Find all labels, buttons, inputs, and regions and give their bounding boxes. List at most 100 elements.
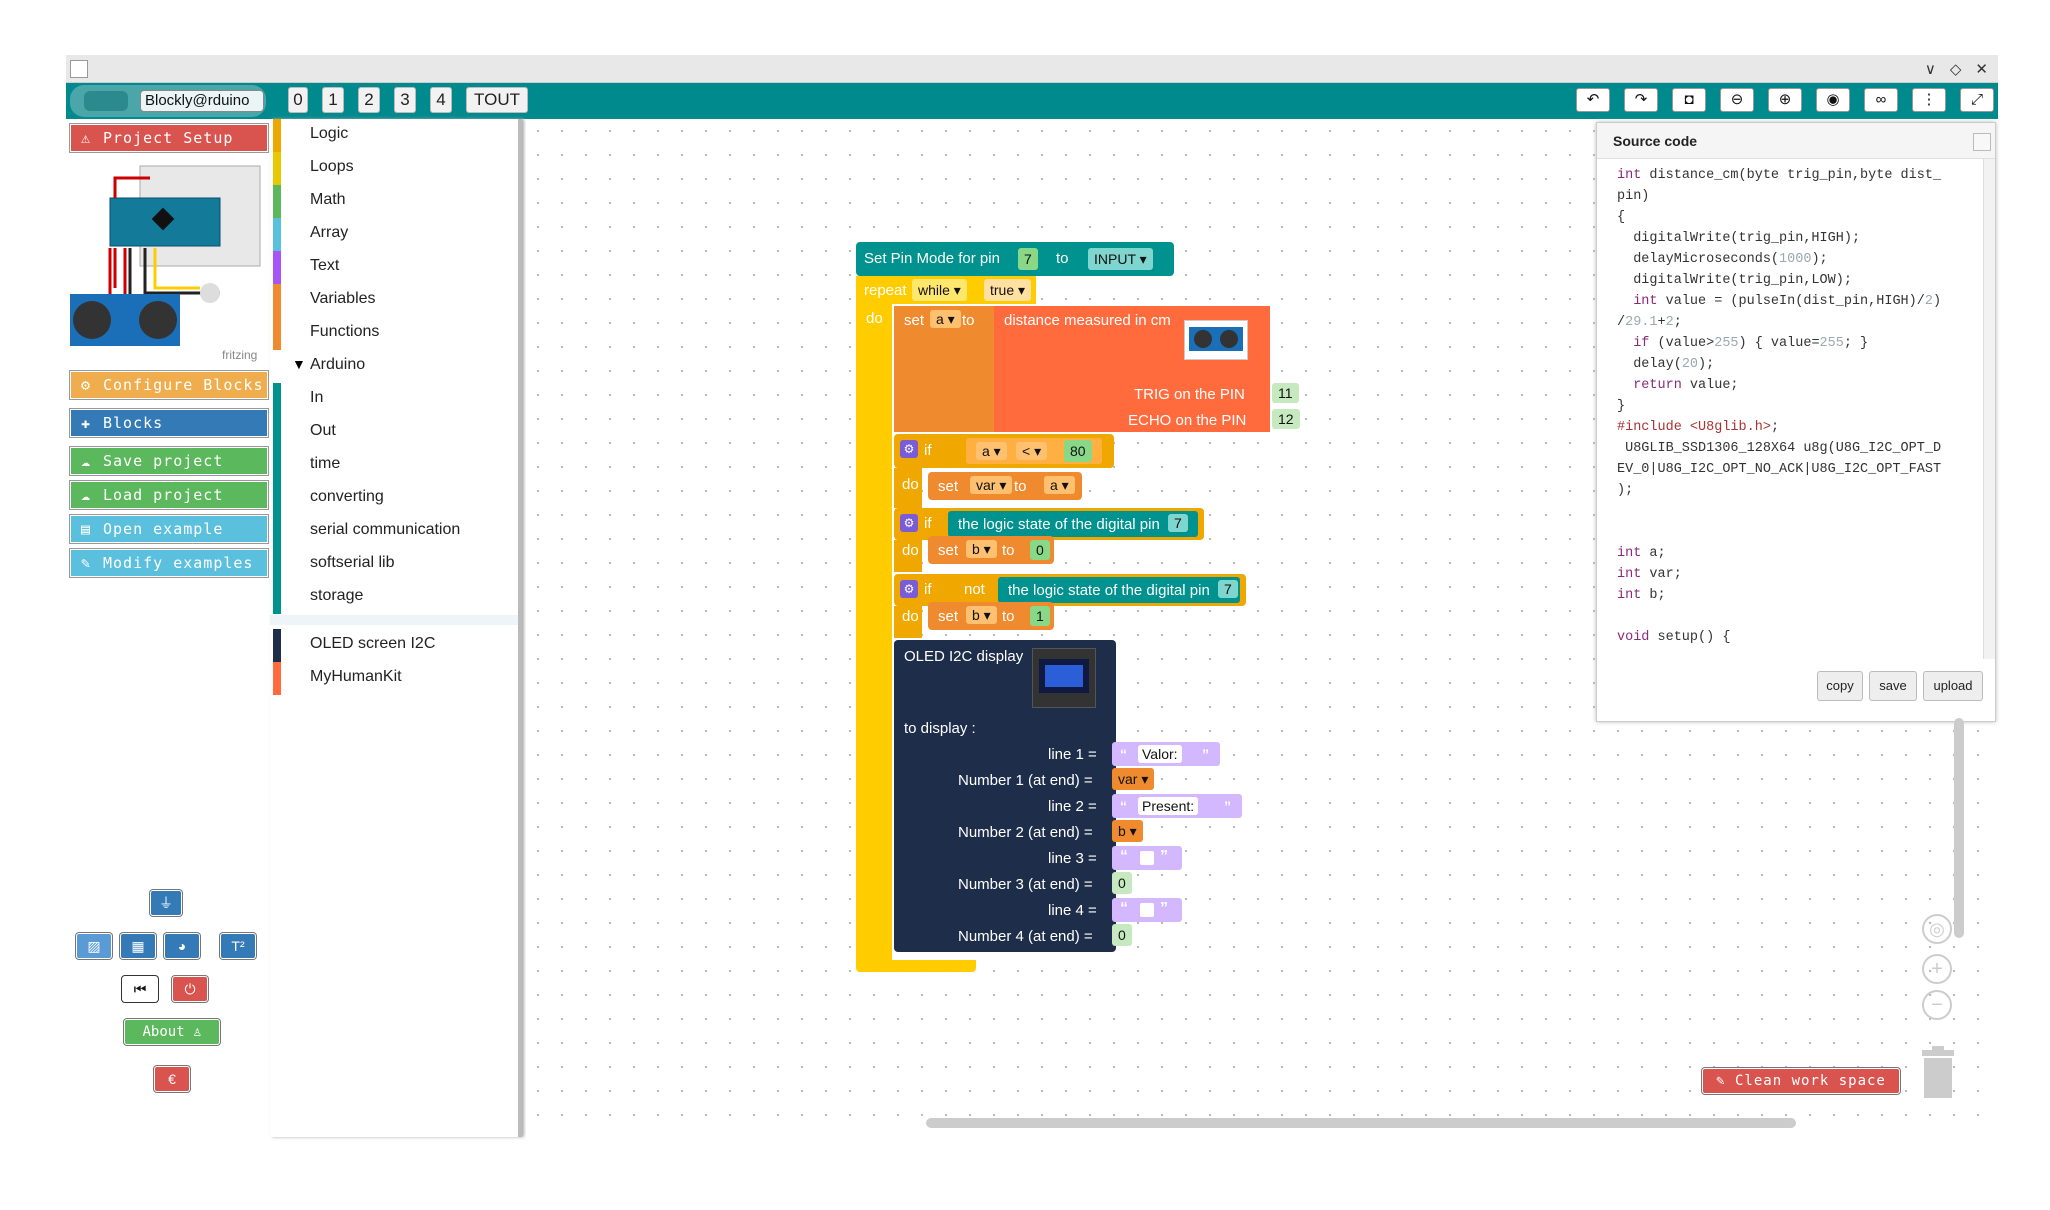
text-size-icon[interactable]: T²	[220, 933, 256, 959]
power-icon[interactable]: ⏻	[172, 976, 208, 1002]
tab-4[interactable]: 4	[430, 87, 452, 113]
save-project-button[interactable]: ☁ Save project	[70, 447, 268, 475]
category-functions[interactable]: Functions	[270, 317, 522, 350]
upload-button[interactable]: upload	[1923, 671, 1983, 701]
grid-icon[interactable]: ▦	[120, 933, 156, 959]
minimize-icon[interactable]: ∨	[1925, 60, 1936, 78]
palette-icon[interactable]: ◕	[164, 933, 200, 959]
category-softserial-lib[interactable]: softserial lib	[270, 548, 522, 581]
block-set-a[interactable]: set a ▾ to	[894, 306, 994, 432]
boolean-true[interactable]: true ▾	[984, 279, 1032, 301]
block-set-b-1[interactable]: set b ▾ to 1	[928, 602, 1054, 630]
reset-icon[interactable]: ⏮	[122, 976, 158, 1002]
gear-icon[interactable]: ⚙	[900, 440, 918, 458]
block-distance-sensor[interactable]: distance measured in cm TRIG on the PIN …	[994, 306, 1300, 432]
zoom-out-icon[interactable]: −	[1922, 990, 1952, 1020]
fullscreen-icon[interactable]: ⤢	[1960, 88, 1994, 112]
plug-icon[interactable]: ⏚	[150, 890, 182, 916]
category-math[interactable]: Math	[270, 185, 522, 218]
var-var[interactable]: var ▾	[1112, 768, 1155, 790]
clean-workspace-button[interactable]: ✎ Clean work space	[1702, 1068, 1900, 1094]
puzzle-icon: ✚	[81, 414, 92, 432]
block-oled-display[interactable]: OLED I2C display to display : line 1 = N…	[894, 640, 1116, 952]
trash-icon[interactable]	[1920, 1046, 1956, 1100]
var-b[interactable]: b ▾	[1112, 820, 1143, 842]
category-in[interactable]: In	[270, 383, 522, 416]
number-4[interactable]: 0	[1112, 924, 1132, 946]
category-time[interactable]: time	[270, 449, 522, 482]
category-color-bar	[273, 662, 281, 695]
text-valor[interactable]: “Valor:”	[1112, 742, 1220, 766]
image-icon[interactable]: ▨	[76, 933, 112, 959]
category-logic[interactable]: Logic	[270, 119, 522, 152]
number-3[interactable]: 0	[1112, 872, 1132, 894]
category-label: OLED screen I2C	[310, 635, 436, 652]
category-array[interactable]: Array	[270, 218, 522, 251]
donate-euro-button[interactable]: €	[154, 1066, 190, 1092]
gear-icon[interactable]: ⚙	[900, 580, 918, 598]
modify-examples-button[interactable]: ✎ Modify examples	[70, 549, 268, 577]
tab-1[interactable]: 1	[322, 87, 344, 113]
code-scrollbar[interactable]	[1983, 159, 1995, 659]
category-loops[interactable]: Loops	[270, 152, 522, 185]
save-code-button[interactable]: save	[1869, 671, 1917, 701]
redo-icon[interactable]: ↷	[1624, 88, 1658, 112]
category-label: serial communication	[310, 521, 461, 538]
operator-dropdown[interactable]: < ▾	[1016, 442, 1048, 460]
category-label: Functions	[310, 323, 380, 340]
var-a-dropdown[interactable]: a ▾	[930, 310, 961, 328]
copy-button[interactable]: copy	[1817, 671, 1863, 701]
text-present[interactable]: “Present:”	[1112, 794, 1242, 818]
blocks-button[interactable]: ✚ Blocks	[70, 409, 268, 437]
close-panel-checkbox[interactable]	[1973, 133, 1991, 151]
block-set-b-0[interactable]: set b ▾ to 0	[928, 536, 1054, 564]
tab-3[interactable]: 3	[394, 87, 416, 113]
gear-icon[interactable]: ⚙	[900, 514, 918, 532]
project-setup-button[interactable]: ⚠ Project Setup	[70, 124, 268, 152]
workspace-vertical-scrollbar[interactable]	[1954, 718, 1964, 938]
category-out[interactable]: Out	[270, 416, 522, 449]
block-if-a-lt-80[interactable]: ⚙ if a ▾ < ▾ 80	[894, 434, 1114, 468]
about-button[interactable]: About ♙	[124, 1019, 220, 1045]
workspace-horizontal-scrollbar[interactable]	[926, 1118, 1796, 1128]
while-dropdown[interactable]: while ▾	[912, 279, 967, 301]
pin-mode-dropdown[interactable]: INPUT ▾	[1088, 248, 1153, 270]
close-icon[interactable]: ✕	[1975, 60, 1988, 78]
number-80[interactable]: 80	[1064, 440, 1092, 462]
block-set-pin-mode[interactable]: Set Pin Mode for pin 7 to INPUT ▾	[856, 242, 1174, 276]
text-empty-4[interactable]: “”	[1112, 898, 1182, 922]
category-serial-communication[interactable]: serial communication	[270, 515, 522, 548]
zoom-in-icon[interactable]: ⊕	[1768, 88, 1802, 112]
more-icon[interactable]: ⋮	[1912, 88, 1946, 112]
tab-2[interactable]: 2	[358, 87, 380, 113]
open-example-button[interactable]: ▤ Open example	[70, 515, 268, 543]
category-myhumankit[interactable]: MyHumanKit	[270, 662, 522, 695]
load-project-button[interactable]: ☁ Load project	[70, 481, 268, 509]
block-set-var-a[interactable]: set var ▾ to a ▾	[928, 472, 1082, 500]
source-code-header: Source code	[1597, 123, 1995, 159]
text-empty-3[interactable]: “”	[1112, 846, 1182, 870]
source-code-panel: Source code int distance_cm(byte trig_pi…	[1596, 122, 1996, 722]
camera-icon[interactable]: ◘	[1672, 88, 1706, 112]
pin-number-input[interactable]: 7	[1018, 248, 1038, 270]
tab-0[interactable]: 0	[288, 87, 308, 113]
category-arduino[interactable]: ▼ Arduino	[270, 350, 522, 383]
category-oled-screen-i2c[interactable]: OLED screen I2C	[270, 629, 522, 662]
tab-all[interactable]: TOUT	[466, 87, 528, 113]
block-repeat-while[interactable]: repeat while ▾ true ▾	[856, 276, 1036, 304]
echo-pin-input[interactable]: 12	[1272, 409, 1300, 429]
undo-icon[interactable]: ↶	[1576, 88, 1610, 112]
trig-pin-input[interactable]: 11	[1272, 383, 1299, 403]
zoom-in-icon[interactable]: +	[1922, 954, 1952, 984]
configure-blocks-button[interactable]: ⚙ Configure Blocks	[70, 371, 268, 399]
eye-icon[interactable]: ◉	[1816, 88, 1850, 112]
category-storage[interactable]: storage	[270, 581, 522, 614]
glasses-icon[interactable]: ∞	[1864, 88, 1898, 112]
zoom-out-icon[interactable]: ⊖	[1720, 88, 1754, 112]
category-converting[interactable]: converting	[270, 482, 522, 515]
expand-arrow-icon[interactable]: ▼	[292, 356, 306, 372]
maximize-icon[interactable]: ◇	[1950, 60, 1962, 78]
recenter-icon[interactable]: ◎	[1922, 914, 1952, 944]
category-text[interactable]: Text	[270, 251, 522, 284]
category-variables[interactable]: Variables	[270, 284, 522, 317]
